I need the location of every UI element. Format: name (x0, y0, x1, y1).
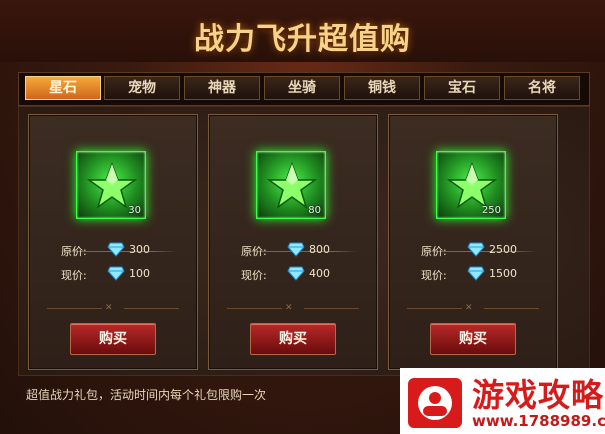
original-price-label: 原价: (421, 245, 447, 258)
tab-artifact[interactable]: 神器 (184, 76, 260, 100)
ornament-divider: ✕ (227, 303, 359, 313)
star-stone-item[interactable]: 250 (436, 151, 506, 219)
watermark-url: www.1788989.com (472, 412, 605, 430)
item-quantity: 80 (308, 205, 321, 216)
current-price-row: 现价: 1500 (389, 265, 557, 283)
original-price-value: 800 (309, 243, 330, 256)
buy-button[interactable]: 购买 (70, 323, 156, 355)
watermark-text: 游戏攻略 (472, 376, 605, 414)
original-price-value: 2500 (489, 243, 517, 256)
current-price-label: 现价: (421, 269, 447, 282)
diamond-icon (287, 242, 305, 257)
offer-card: 30 原价: 300 现价: 100 ✕ 购买 (28, 114, 198, 370)
buy-button[interactable]: 购买 (430, 323, 516, 355)
original-price-row: 原价: 2500 (389, 241, 557, 259)
current-price-value: 100 (129, 267, 150, 280)
title-bar: 战力飞升超值购 (0, 0, 605, 62)
original-price-row: 原价: 800 (209, 241, 377, 259)
original-price-label: 原价: (61, 245, 87, 258)
star-stone-item[interactable]: 30 (76, 151, 146, 219)
current-price-row: 现价: 100 (29, 265, 197, 283)
original-price-label: 原价: (241, 245, 267, 258)
gamepad-logo-icon (408, 378, 462, 428)
item-quantity: 250 (481, 205, 501, 216)
original-price-value: 300 (129, 243, 150, 256)
tab-gem[interactable]: 宝石 (424, 76, 500, 100)
current-price-value: 400 (309, 267, 330, 280)
site-watermark: 游戏攻略 www.1788989.com (400, 368, 605, 434)
ornament-divider: ✕ (47, 303, 179, 313)
offer-card: 80 原价: 800 现价: 400 ✕ 购买 (208, 114, 378, 370)
tab-general[interactable]: 名将 (504, 76, 580, 100)
tab-pet[interactable]: 宠物 (104, 76, 180, 100)
offer-card: 250 原价: 2500 现价: 1500 ✕ 购买 (388, 114, 558, 370)
diamond-icon (107, 266, 125, 281)
ornament-divider: ✕ (407, 303, 539, 313)
diamond-icon (107, 242, 125, 257)
current-price-value: 1500 (489, 267, 517, 280)
panel-title: 战力飞升超值购 (194, 22, 411, 57)
buy-button[interactable]: 购买 (250, 323, 336, 355)
tab-star-stone[interactable]: 星石 (25, 76, 101, 100)
item-quantity: 30 (128, 205, 141, 216)
diamond-icon (467, 266, 485, 281)
purchase-panel: 战力飞升超值购 星石 宠物 神器 坐骑 铜钱 宝石 名将 30 原价: 300 … (0, 0, 605, 434)
current-price-label: 现价: (241, 269, 267, 282)
tab-mount[interactable]: 坐骑 (264, 76, 340, 100)
current-price-row: 现价: 400 (209, 265, 377, 283)
diamond-icon (467, 242, 485, 257)
star-stone-item[interactable]: 80 (256, 151, 326, 219)
current-price-label: 现价: (61, 269, 87, 282)
tab-copper[interactable]: 铜钱 (344, 76, 420, 100)
promo-note: 超值战力礼包，活动时间内每个礼包限购一次 (26, 388, 267, 402)
diamond-icon (287, 266, 305, 281)
original-price-row: 原价: 300 (29, 241, 197, 259)
